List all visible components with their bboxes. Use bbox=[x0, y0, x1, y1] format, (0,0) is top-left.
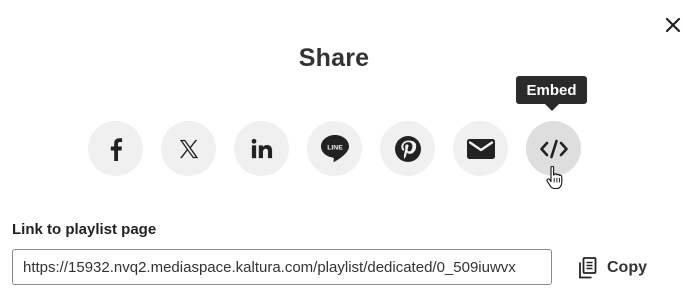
share-linkedin-button[interactable] bbox=[234, 121, 289, 176]
embed-tooltip: Embed bbox=[516, 76, 587, 104]
share-email-button[interactable] bbox=[453, 121, 508, 176]
share-dialog: Share Embed LINE Link to playlist page h… bbox=[0, 0, 684, 292]
playlist-link-input[interactable] bbox=[12, 249, 552, 285]
share-pinterest-button[interactable] bbox=[380, 121, 435, 176]
copy-label: Copy bbox=[607, 259, 647, 276]
line-icon: LINE bbox=[320, 135, 349, 162]
facebook-icon bbox=[110, 137, 122, 161]
close-icon bbox=[665, 17, 681, 33]
x-twitter-icon bbox=[179, 139, 198, 158]
share-line-button[interactable]: LINE bbox=[307, 121, 362, 176]
copy-icon bbox=[579, 257, 597, 279]
dialog-title: Share bbox=[298, 44, 370, 72]
tooltip-arrow bbox=[545, 104, 559, 111]
share-x-button[interactable] bbox=[161, 121, 216, 176]
hand-cursor-icon bbox=[546, 166, 563, 190]
share-facebook-button[interactable] bbox=[88, 121, 143, 176]
embed-code-icon bbox=[539, 139, 568, 158]
close-button[interactable] bbox=[662, 14, 684, 36]
linkedin-icon bbox=[251, 138, 272, 158]
copy-button[interactable]: Copy bbox=[578, 254, 647, 282]
pinterest-icon bbox=[394, 135, 421, 162]
email-icon bbox=[466, 138, 495, 159]
line-icon-text: LINE bbox=[327, 145, 343, 152]
link-label: Link to playlist page bbox=[12, 221, 157, 238]
